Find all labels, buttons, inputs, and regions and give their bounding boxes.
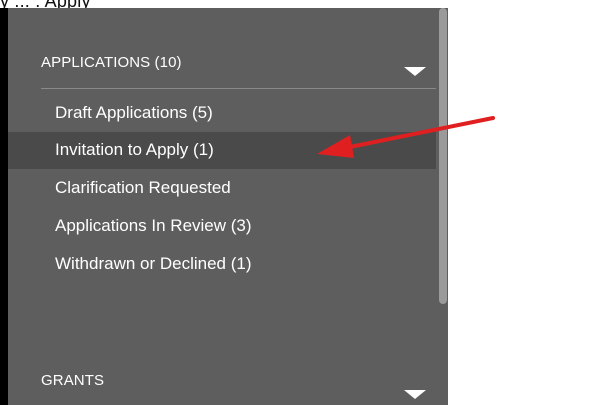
sidebar-item-clarification-requested[interactable]: Clarification Requested xyxy=(8,170,436,207)
applications-section-title: APPLICATIONS (10) xyxy=(41,54,182,71)
section-divider xyxy=(41,88,436,89)
sidebar-item-withdrawn-or-declined[interactable]: Withdrawn or Declined (1) xyxy=(8,246,436,283)
red-arrow-icon xyxy=(317,116,495,158)
sidebar-frame: APPLICATIONS (10) Draft Applications (5)… xyxy=(0,8,448,405)
sidebar-item-label: Applications In Review (3) xyxy=(55,216,252,235)
applications-section-header[interactable]: APPLICATIONS (10) xyxy=(8,34,436,104)
sidebar-item-label: Invitation to Apply (1) xyxy=(55,140,214,159)
chevron-down-icon[interactable] xyxy=(404,390,426,399)
screenshot-page: y ... . Apply APPLICATIONS (10) Draft Ap… xyxy=(0,0,603,405)
grants-section-title: GRANTS xyxy=(41,372,105,389)
sidebar-item-label: Clarification Requested xyxy=(55,178,231,197)
sidebar-item-label: Withdrawn or Declined (1) xyxy=(55,254,252,273)
sidebar-item-applications-in-review[interactable]: Applications In Review (3) xyxy=(8,208,436,245)
sidebar-item-label: Draft Applications (5) xyxy=(55,103,213,122)
grants-section-header[interactable]: GRANTS xyxy=(8,356,436,405)
chevron-down-icon[interactable] xyxy=(404,67,426,76)
sidebar-panel: APPLICATIONS (10) Draft Applications (5)… xyxy=(8,8,448,405)
